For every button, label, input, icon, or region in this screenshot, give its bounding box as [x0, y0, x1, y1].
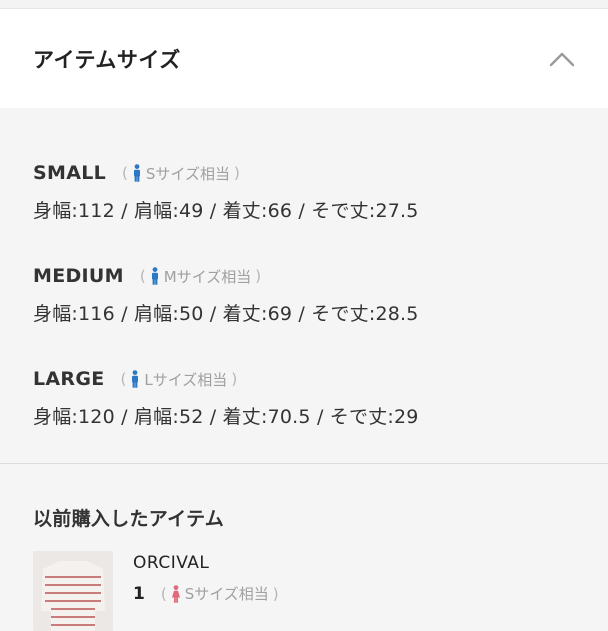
size-list: SMALL ( Sサイズ相当 ) 身幅:112 / 肩幅:49 / 着丈:66 … — [0, 108, 608, 469]
size-equivalent: ( Mサイズ相当 ) — [139, 267, 262, 286]
item-size-header[interactable]: アイテムサイズ — [0, 9, 608, 108]
brand-name: ORCIVAL — [133, 553, 210, 573]
size-entry-large: LARGE ( Lサイズ相当 ) 身幅:120 / 肩幅:52 / 着丈:70.… — [0, 366, 608, 469]
size-equivalent: ( Sサイズ相当 ) — [160, 584, 279, 604]
male-person-icon — [133, 164, 140, 182]
product-thumbnail[interactable] — [33, 551, 113, 631]
chevron-up-icon[interactable] — [549, 50, 575, 68]
size-entry-small: SMALL ( Sサイズ相当 ) 身幅:112 / 肩幅:49 / 着丈:66 … — [0, 160, 608, 263]
size-equivalent: ( Sサイズ相当 ) — [122, 164, 240, 183]
page-title: アイテムサイズ — [33, 47, 181, 72]
previous-purchases-title: 以前購入したアイテム — [33, 508, 225, 530]
size-equivalent-label: Sサイズ相当 — [145, 164, 230, 183]
size-measurements: 身幅:120 / 肩幅:52 / 着丈:70.5 / そで丈:29 — [33, 406, 419, 428]
size-measurements: 身幅:112 / 肩幅:49 / 着丈:66 / そで丈:27.5 — [33, 200, 419, 222]
size-equivalent-label: Sサイズ相当 — [184, 585, 269, 603]
size-equivalent: ( Lサイズ相当 ) — [120, 370, 238, 389]
female-person-icon — [171, 584, 180, 603]
item-size: 1 ( Sサイズ相当 ) — [133, 583, 283, 604]
male-person-icon — [132, 370, 139, 388]
size-name: MEDIUM — [33, 265, 124, 287]
size-name: LARGE — [33, 368, 105, 390]
size-name: SMALL — [33, 162, 107, 184]
size-entry-medium: MEDIUM ( Mサイズ相当 ) 身幅:116 / 肩幅:50 / 着丈:69… — [0, 263, 608, 366]
list-item[interactable]: ORCIVAL 1 ( Sサイズ相当 ) — [33, 551, 575, 631]
male-person-icon — [151, 267, 158, 285]
size-equivalent-label: Lサイズ相当 — [144, 370, 228, 389]
top-strip — [0, 0, 608, 9]
item-size-value: 1 — [133, 583, 145, 604]
size-equivalent-label: Mサイズ相当 — [163, 267, 252, 286]
previous-purchases-section: 以前購入したアイテム ORCIVAL 1 (Sサイズ相当) — [0, 464, 608, 631]
striped-shirt-image — [33, 551, 113, 631]
size-measurements: 身幅:116 / 肩幅:50 / 着丈:69 / そで丈:28.5 — [33, 303, 419, 325]
